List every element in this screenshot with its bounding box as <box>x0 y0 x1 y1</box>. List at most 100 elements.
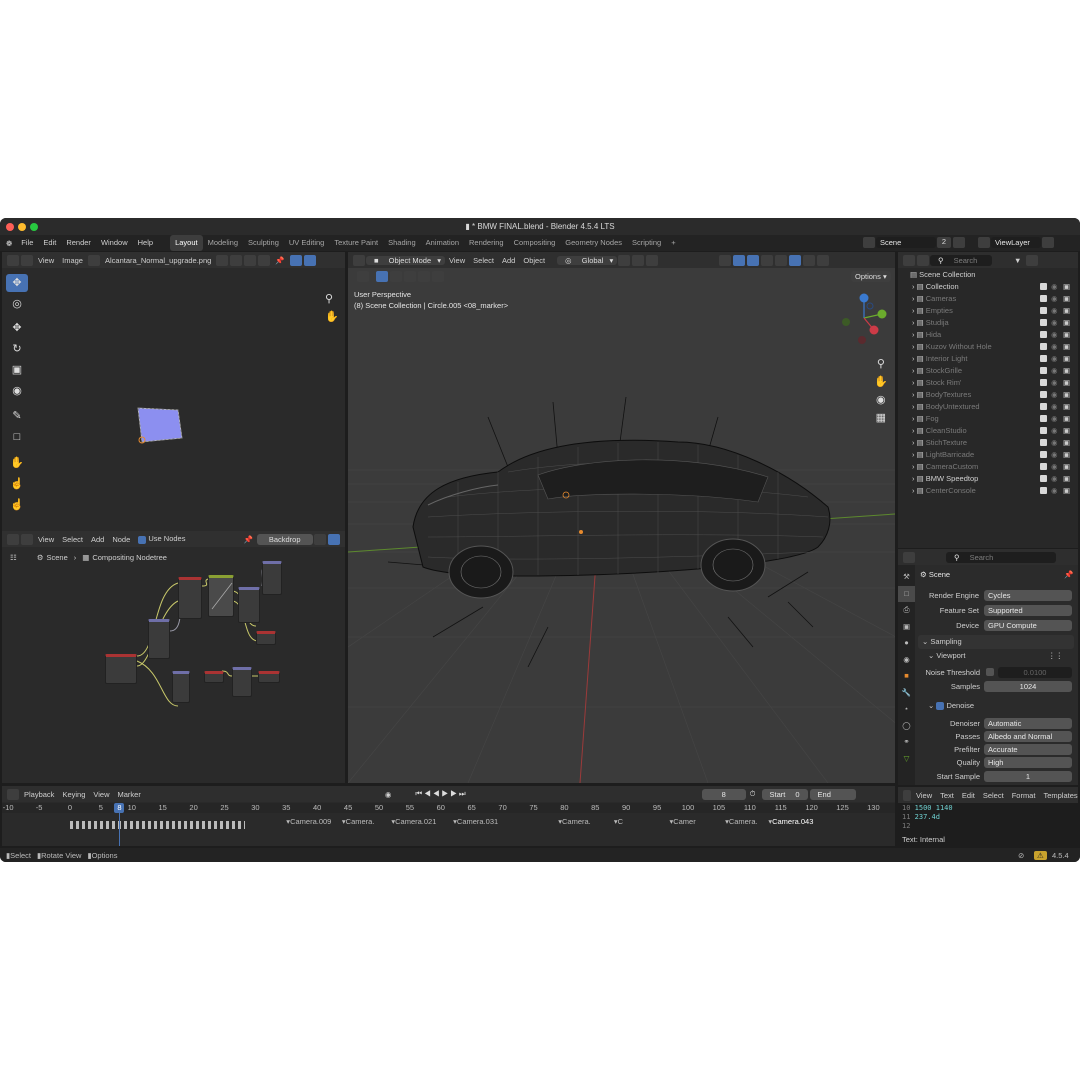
menu-image[interactable]: Image <box>58 256 87 265</box>
timeline-marker[interactable]: ▾C <box>614 817 623 826</box>
rendered-shading-icon[interactable] <box>817 254 830 266</box>
timeline-marker[interactable]: ▾Camera. <box>725 817 758 826</box>
eye-icon[interactable]: ◉ <box>1051 449 1058 461</box>
exclude-checkbox[interactable] <box>1040 307 1047 314</box>
eye-icon[interactable]: ◉ <box>1051 293 1058 305</box>
visibility-icon[interactable] <box>719 254 732 266</box>
exclude-checkbox[interactable] <box>1040 319 1047 326</box>
exclude-checkbox[interactable] <box>1040 451 1047 458</box>
gizmo-toggle-icon[interactable] <box>289 254 302 266</box>
menu-add[interactable]: Add <box>498 256 519 265</box>
quality-dropdown[interactable]: High <box>984 757 1072 768</box>
select-intersect-icon[interactable] <box>432 271 444 282</box>
image-name-field[interactable]: Alcantara_Normal_upgrade.png <box>101 256 215 265</box>
timeline-marker[interactable]: ▾Camera.009 <box>286 817 331 826</box>
camera-view-icon[interactable]: ◉ <box>874 391 888 409</box>
eye-icon[interactable]: ◉ <box>1051 365 1058 377</box>
render-camera-icon[interactable]: ▣ <box>1063 281 1070 293</box>
auto-keying-icon[interactable]: ◉ <box>381 790 396 799</box>
physics-tab-icon[interactable]: ◯ <box>898 718 915 735</box>
menu-select[interactable]: Select <box>469 256 498 265</box>
view-layer-icon[interactable] <box>978 237 990 248</box>
prefilter-dropdown[interactable]: Accurate <box>984 744 1072 755</box>
annotate-tool-icon[interactable]: ✎ <box>6 407 28 425</box>
exclude-checkbox[interactable] <box>1040 283 1047 290</box>
select-invert-icon[interactable] <box>418 271 430 282</box>
editor-type-icon[interactable] <box>7 788 19 800</box>
tab-layout[interactable]: Layout <box>170 235 203 251</box>
properties-search-input[interactable]: ⚲ Search <box>946 551 1056 563</box>
presets-icon[interactable]: ⋮⋮ <box>1048 651 1063 660</box>
device-dropdown[interactable]: GPU Compute <box>984 620 1072 631</box>
timeline-marker[interactable]: ▾Camera.021 <box>391 817 436 826</box>
outliner-item[interactable]: › ▤ StockGrille ◉ ▣ <box>898 365 1078 377</box>
outliner-item[interactable]: › ▤ Stock Rim' ◉ ▣ <box>898 377 1078 389</box>
exclude-checkbox[interactable] <box>1040 463 1047 470</box>
eye-icon[interactable]: ◉ <box>1051 461 1058 473</box>
viewport-subpanel-header[interactable]: ⌄ Viewport <box>928 651 965 660</box>
open-image-icon[interactable] <box>244 254 257 266</box>
frame-ruler[interactable]: -10 -5 0 5 10 15 20 25 30 35 40 45 50 55 60 65 70 75 80 85 9… <box>2 803 895 813</box>
tab-rendering[interactable]: Rendering <box>464 235 509 251</box>
eye-icon[interactable]: ◉ <box>1051 473 1058 485</box>
transform-orientation-dropdown[interactable]: ◎ Global ▾ <box>557 255 618 265</box>
scene-name-field[interactable]: Scene <box>876 237 936 248</box>
outliner-item[interactable]: › ▤ LightBarricade ◉ ▣ <box>898 449 1078 461</box>
start-sample-field[interactable]: 1 <box>984 771 1072 782</box>
tab-sculpting[interactable]: Sculpting <box>243 235 284 251</box>
filter-icon[interactable]: ▼ <box>1010 256 1025 265</box>
current-frame-field[interactable]: 8 <box>701 788 746 800</box>
menu-edit[interactable]: Edit <box>38 235 61 251</box>
constraints-tab-icon[interactable]: ⚭ <box>898 734 915 751</box>
blur-node[interactable] <box>172 671 190 703</box>
timeline-marker[interactable]: ▾Camera.043 <box>768 817 813 826</box>
network-icon[interactable]: ⊘ <box>1018 851 1024 860</box>
render-camera-icon[interactable]: ▣ <box>1063 413 1070 425</box>
timeline-marker[interactable]: ▾Camera.031 <box>453 817 498 826</box>
viewer-node[interactable] <box>262 561 282 595</box>
pin-icon[interactable]: 📌 <box>1064 570 1073 579</box>
select-new-icon[interactable] <box>376 271 388 282</box>
eye-icon[interactable]: ◉ <box>1051 305 1058 317</box>
curves-node[interactable] <box>208 575 234 617</box>
eye-icon[interactable]: ◉ <box>1051 413 1058 425</box>
render-camera-icon[interactable]: ▣ <box>1063 437 1070 449</box>
mix-node[interactable] <box>238 587 260 623</box>
add-workspace-icon[interactable]: + <box>666 235 680 251</box>
alpha-over-node[interactable] <box>232 667 252 697</box>
menu-view[interactable]: View <box>445 256 469 265</box>
output-node-b[interactable] <box>258 671 280 683</box>
menu-help[interactable]: Help <box>133 235 158 251</box>
outliner-item[interactable]: › ▤ CameraCustom ◉ ▣ <box>898 461 1078 473</box>
outliner-item[interactable]: › ▤ BodyTextures ◉ ▣ <box>898 389 1078 401</box>
render-camera-icon[interactable]: ▣ <box>1063 317 1070 329</box>
select-subtract-icon[interactable] <box>404 271 416 282</box>
render-camera-icon[interactable]: ▣ <box>1063 473 1070 485</box>
playhead[interactable]: 8 <box>114 803 125 813</box>
outliner-root[interactable]: ▤ Scene Collection <box>898 269 1078 281</box>
outliner-item[interactable]: › ▤ Cameras ◉ ▣ <box>898 293 1078 305</box>
tab-compositing[interactable]: Compositing <box>509 235 561 251</box>
eye-icon[interactable]: ◉ <box>1051 437 1058 449</box>
render-camera-icon[interactable]: ▣ <box>1063 353 1070 365</box>
gizmo-toggle-icon[interactable] <box>733 254 746 266</box>
object-tab-icon[interactable]: ■ <box>898 668 915 685</box>
select-extend-icon[interactable] <box>390 271 402 282</box>
overlay-toggle-icon[interactable] <box>747 254 760 266</box>
solid-shading-icon[interactable] <box>789 254 802 266</box>
proportional-edit-icon[interactable] <box>646 254 659 266</box>
text-content[interactable]: 10 1500 1140 11 237.4d 12 <box>902 804 953 831</box>
tab-modeling[interactable]: Modeling <box>203 235 243 251</box>
editor-type-icon[interactable] <box>903 254 915 266</box>
snap-icon[interactable] <box>632 254 645 266</box>
outliner-item[interactable]: › ▤ CenterConsole ◉ ▣ <box>898 485 1078 497</box>
rotate-tool-icon[interactable]: ↻ <box>6 340 28 358</box>
fake-user-icon[interactable] <box>216 254 229 266</box>
exclude-checkbox[interactable] <box>1040 439 1047 446</box>
exclude-checkbox[interactable] <box>1040 475 1047 482</box>
outliner-item[interactable]: › ▤ Interior Light ◉ ▣ <box>898 353 1078 365</box>
output-node-a[interactable] <box>256 631 276 645</box>
output-tab-icon[interactable]: ⎙ <box>898 602 915 619</box>
exclude-checkbox[interactable] <box>1040 487 1047 494</box>
feature-set-dropdown[interactable]: Supported <box>984 605 1072 616</box>
